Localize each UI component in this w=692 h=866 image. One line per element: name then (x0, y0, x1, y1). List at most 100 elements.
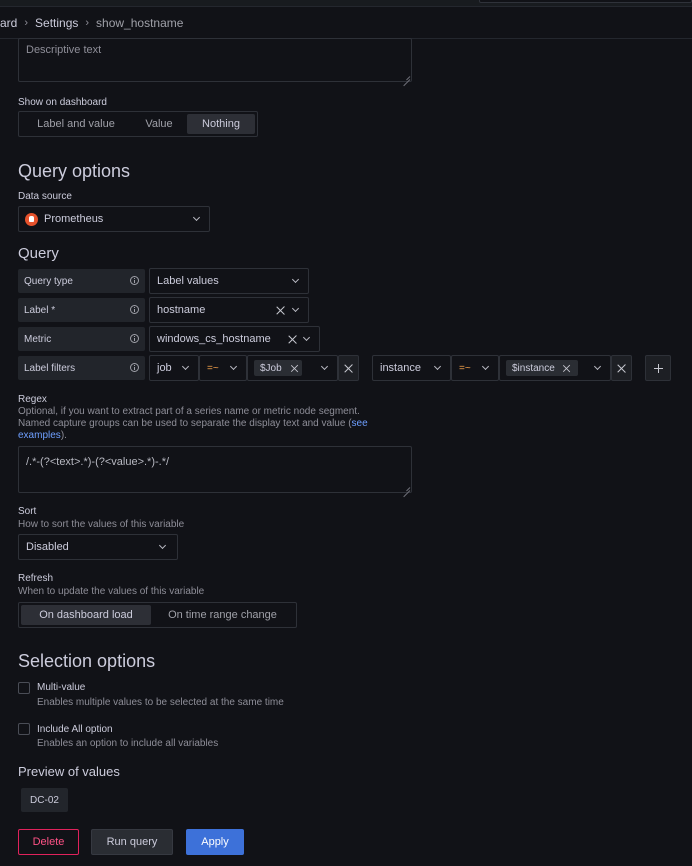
breadcrumb-settings[interactable]: Settings (35, 16, 78, 30)
label-filters-label-text: Label filters (24, 362, 76, 374)
metric-label-text: Metric (24, 333, 52, 345)
remove-chip-icon[interactable] (291, 365, 299, 373)
query-type-value: Label values (157, 275, 219, 287)
filter-operator-value: =~ (459, 362, 471, 374)
multi-value-checkbox[interactable] (18, 682, 30, 694)
chevron-down-icon (181, 362, 190, 371)
data-source-value: Prometheus (44, 213, 104, 225)
metric-value: windows_cs_hostname (157, 333, 271, 345)
include-all-checkbox[interactable] (18, 723, 30, 735)
multi-value-description: Enables multiple values to be selected a… (37, 697, 284, 708)
info-icon[interactable] (130, 276, 139, 285)
filter-operator-select[interactable]: =~ (451, 355, 499, 381)
remove-filter-button[interactable] (338, 355, 359, 381)
query-type-label: Query type (18, 269, 145, 293)
top-toolbar (0, 0, 692, 7)
remove-filter-button[interactable] (611, 355, 632, 381)
chevron-down-icon (229, 362, 238, 371)
breadcrumb-dashboard[interactable]: ard (0, 16, 17, 30)
label-field-label-text: Label * (24, 304, 56, 316)
apply-button[interactable]: Apply (186, 829, 244, 855)
chevron-down-icon (158, 541, 167, 550)
chevron-down-icon (302, 333, 311, 342)
filter-operator-select[interactable]: =~ (199, 355, 247, 381)
show-on-dashboard-label: Show on dashboard (18, 97, 107, 108)
regex-desc-line2: Named capture groups can be used to sepa… (18, 418, 352, 429)
filter-value-chip: $instance (506, 360, 578, 376)
regex-desc-line1: Optional, if you want to extract part of… (18, 406, 360, 417)
clear-icon[interactable] (276, 306, 285, 315)
chevron-down-icon (481, 362, 490, 371)
filter-value-text: $Job (260, 362, 282, 374)
query-heading: Query (18, 245, 59, 262)
description-text: Descriptive text (26, 44, 102, 56)
chevron-down-icon (291, 275, 300, 284)
sort-select[interactable]: Disabled (18, 534, 178, 560)
data-source-label: Data source (18, 191, 72, 202)
regex-label: Regex (18, 394, 47, 405)
option-nothing[interactable]: Nothing (187, 114, 255, 134)
query-options-heading: Query options (18, 161, 131, 181)
clear-icon[interactable] (288, 335, 297, 344)
filter-operator-value: =~ (207, 362, 219, 374)
option-on-time-range-change[interactable]: On time range change (151, 605, 294, 625)
resize-handle[interactable] (403, 73, 410, 80)
chevron-down-icon (192, 213, 201, 222)
query-type-label-text: Query type (24, 275, 73, 287)
regex-textarea[interactable]: /.*-(?<text>.*)-(?<value>.*)-.*/ (18, 446, 412, 493)
add-filter-button[interactable] (645, 355, 671, 381)
remove-chip-icon[interactable] (563, 365, 571, 373)
breadcrumb: ard › Settings › show_hostname (0, 7, 692, 39)
preview-heading: Preview of values (18, 764, 120, 779)
filter-label-value: instance (380, 362, 421, 374)
search-input[interactable] (479, 0, 692, 3)
label-value: hostname (157, 304, 206, 316)
include-all-description: Enables an option to include all variabl… (37, 738, 219, 749)
sort-label: Sort (18, 506, 37, 517)
see-examples-link-cont[interactable]: examples (18, 430, 61, 441)
preview-value-chip: DC-02 (21, 788, 68, 812)
prometheus-logo-icon (25, 213, 38, 226)
selection-options-heading: Selection options (18, 651, 156, 671)
option-value[interactable]: Value (131, 114, 187, 134)
delete-button[interactable]: Delete (18, 829, 79, 855)
info-icon[interactable] (130, 305, 139, 314)
close-icon (617, 364, 626, 373)
info-icon[interactable] (130, 334, 139, 343)
plus-icon (654, 364, 663, 373)
regex-value: /.*-(?<text>.*)-(?<value>.*)-.*/ (26, 456, 170, 468)
chevron-down-icon (320, 362, 329, 371)
include-all-label[interactable]: Include All option (37, 724, 113, 735)
refresh-label: Refresh (18, 573, 54, 584)
show-on-dashboard-radio-group: Label and value Value Nothing (18, 111, 258, 137)
filter-label-select[interactable]: instance (372, 355, 451, 381)
label-select[interactable]: hostname (149, 297, 309, 323)
filter-value-chip: $Job (254, 360, 302, 376)
breadcrumb-current: show_hostname (96, 15, 184, 30)
regex-desc-end: ). (60, 430, 67, 441)
filter-value-select[interactable]: $instance (499, 355, 611, 381)
close-icon (344, 364, 353, 373)
multi-value-label[interactable]: Multi-value (37, 682, 85, 693)
filter-label-select[interactable]: job (149, 355, 199, 381)
chevron-down-icon (433, 362, 442, 371)
data-source-select[interactable]: Prometheus (18, 206, 210, 232)
description-textarea[interactable]: Descriptive text (18, 38, 412, 82)
metric-label: Metric (18, 327, 145, 351)
run-query-button[interactable]: Run query (91, 829, 173, 855)
info-icon[interactable] (130, 363, 139, 372)
query-type-select[interactable]: Label values (149, 268, 309, 294)
option-on-dashboard-load[interactable]: On dashboard load (21, 605, 151, 625)
label-field-label: Label * (18, 298, 145, 322)
breadcrumb-separator: › (24, 16, 29, 29)
chevron-down-icon (593, 362, 602, 371)
see-examples-link[interactable]: see (352, 418, 368, 429)
option-label-and-value[interactable]: Label and value (21, 114, 131, 134)
resize-handle[interactable] (403, 484, 410, 491)
filter-value-select[interactable]: $Job (247, 355, 338, 381)
label-filters-label: Label filters (18, 356, 145, 380)
refresh-radio-group: On dashboard load On time range change (18, 602, 297, 628)
sort-value: Disabled (26, 541, 69, 553)
chevron-down-icon (291, 304, 300, 313)
metric-select[interactable]: windows_cs_hostname (149, 326, 320, 352)
